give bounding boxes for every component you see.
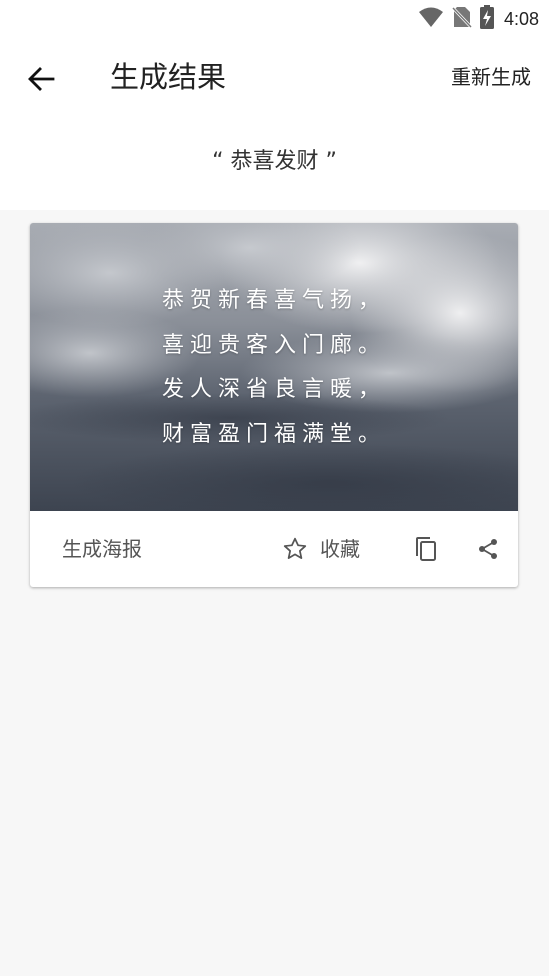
regenerate-button[interactable]: 重新生成 xyxy=(451,60,531,94)
no-sim-icon xyxy=(451,6,473,32)
share-icon xyxy=(479,539,497,559)
app-bar: 生成结果 重新生成 xyxy=(0,38,549,116)
poster-image: 恭贺新春喜气扬， 喜迎贵客入门廊。 发人深省良言暖， 财富盈门福满堂。 xyxy=(30,223,518,511)
poem-line: 喜迎贵客入门廊。 xyxy=(161,332,386,358)
star-outline-icon xyxy=(283,537,307,559)
poem-line: 发人深省良言暖， xyxy=(161,377,386,402)
wifi-icon xyxy=(418,6,444,32)
page-title: 生成结果 xyxy=(110,60,227,94)
back-button[interactable] xyxy=(18,56,64,102)
copy-icon xyxy=(416,537,436,561)
poem-line: 财富盈门福满堂。 xyxy=(161,421,386,447)
poem-text: 恭贺新春喜气扬， 喜迎贵客入门廊。 发人深省良言暖， 财富盈门福满堂。 xyxy=(30,279,518,457)
poem-line: 恭贺新春喜气扬， xyxy=(161,288,386,313)
generate-poster-button[interactable]: 生成海报 xyxy=(62,531,142,567)
card-action-bar: 生成海报 收藏 xyxy=(30,511,518,587)
arrow-left-icon xyxy=(28,67,55,91)
status-time: 4:08 xyxy=(503,8,539,29)
keyword-text: “ 恭喜发财 ” xyxy=(212,149,337,174)
favorite-button[interactable]: 收藏 xyxy=(282,531,360,567)
battery-charging-icon xyxy=(479,5,494,33)
status-bar: 4:08 xyxy=(0,0,549,38)
share-button[interactable] xyxy=(474,535,502,563)
status-icons: 4:08 xyxy=(418,5,539,33)
result-card: 恭贺新春喜气扬， 喜迎贵客入门廊。 发人深省良言暖， 财富盈门福满堂。 生成海报… xyxy=(30,223,518,587)
favorite-label: 收藏 xyxy=(320,537,360,561)
copy-button[interactable] xyxy=(412,535,440,563)
keyword-area: “ 恭喜发财 ” xyxy=(0,116,549,210)
